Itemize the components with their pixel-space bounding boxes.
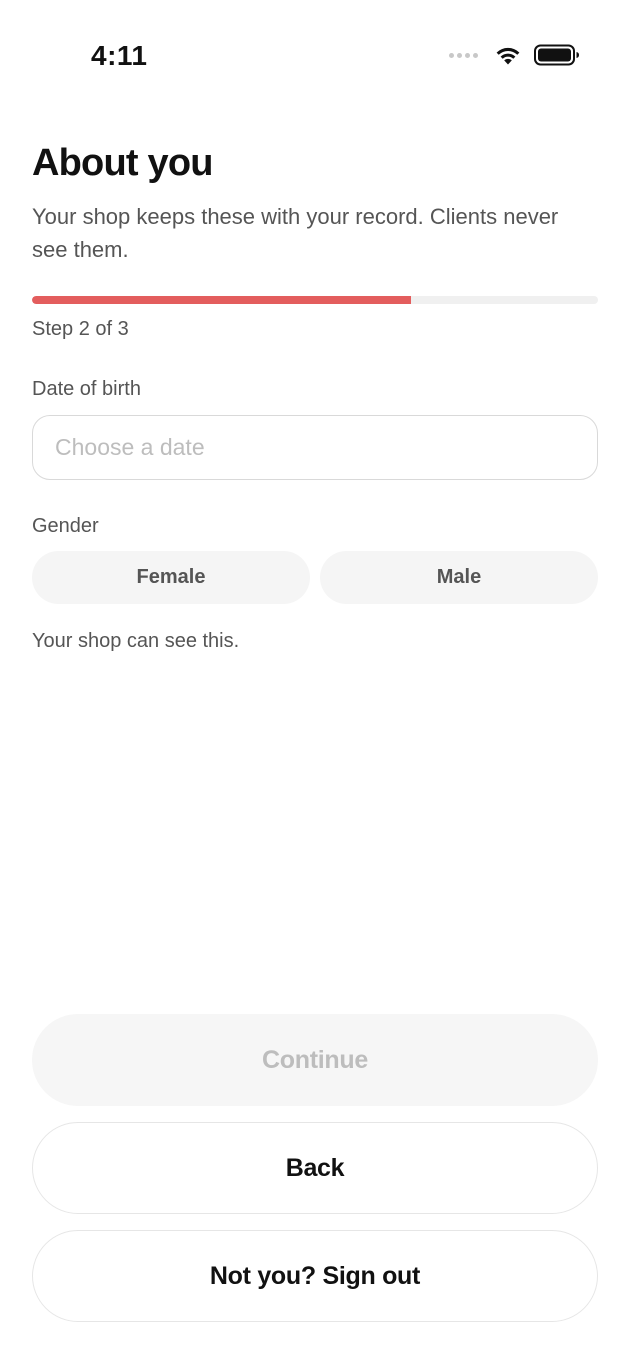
back-button[interactable]: Back (32, 1122, 598, 1214)
battery-icon (534, 44, 579, 66)
privacy-note: Your shop can see this. (32, 630, 240, 652)
progress-bar (32, 296, 598, 304)
status-icons (449, 44, 580, 66)
signal-dots-icon (449, 52, 478, 58)
gender-male-button[interactable]: Male (320, 551, 598, 604)
dob-field[interactable] (32, 415, 598, 480)
page-subtitle: Your shop keeps these with your record. … (32, 204, 559, 262)
gender-label: Gender (32, 515, 99, 537)
step-indicator: Step 2 of 3 (32, 318, 129, 340)
continue-button[interactable]: Continue (32, 1014, 598, 1106)
page-title: About you (32, 142, 213, 184)
sign-out-button[interactable]: Not you? Sign out (32, 1230, 598, 1322)
status-bar: 4:11 (0, 0, 630, 110)
progress-fill (32, 296, 412, 304)
status-time: 4:11 (91, 40, 148, 71)
dob-label: Date of birth (32, 378, 141, 400)
gender-female-button[interactable]: Female (32, 551, 310, 604)
wifi-icon (496, 47, 520, 65)
